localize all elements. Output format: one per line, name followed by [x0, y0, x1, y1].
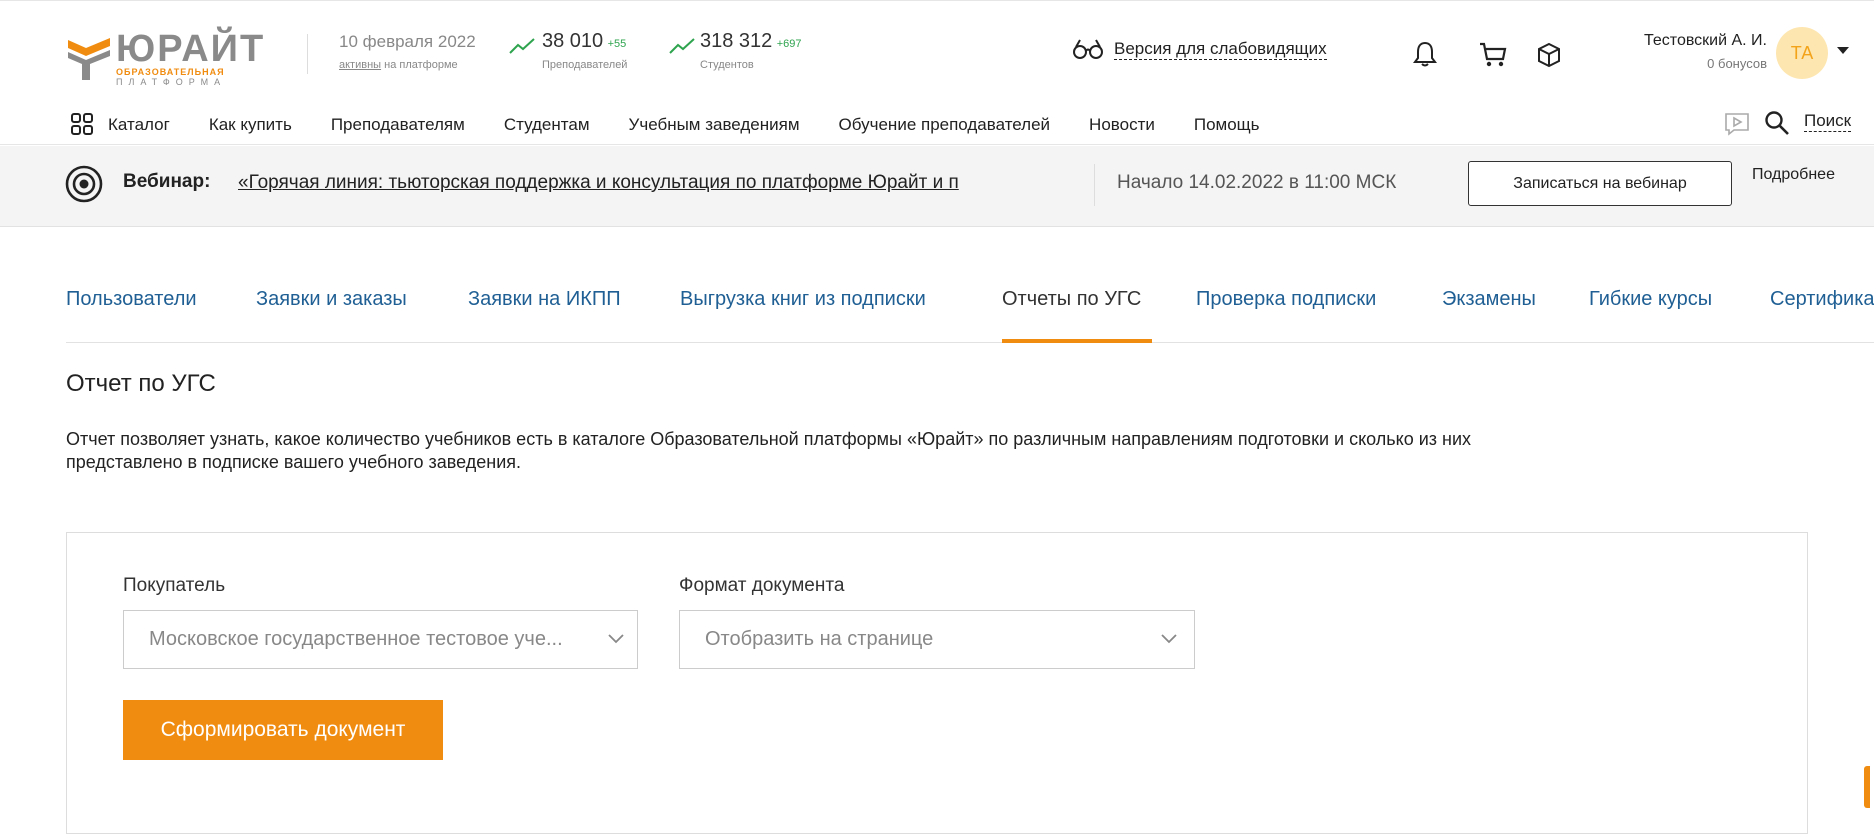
nav-divider: [0, 144, 1874, 145]
low-vision-label: Версия для слабовидящих: [1114, 38, 1327, 60]
broadcast-icon: [65, 165, 103, 203]
generate-document-label: Сформировать документ: [160, 718, 406, 741]
user-menu-caret-icon[interactable]: [1836, 46, 1850, 56]
user-name[interactable]: Тестовский А. И.: [1585, 32, 1767, 50]
generate-document-button[interactable]: Сформировать документ: [123, 700, 443, 760]
trend-up-icon: [669, 38, 695, 54]
webinar-start: Начало 14.02.2022 в 11:00 МСК: [1117, 172, 1397, 193]
cart-icon[interactable]: [1478, 41, 1508, 69]
logo-mark-icon: [66, 34, 112, 84]
low-vision-toggle[interactable]: Версия для слабовидящих: [1072, 38, 1327, 60]
nav-item-teachers[interactable]: Преподавателям: [331, 115, 465, 135]
page-title: Отчет по УГС: [66, 370, 216, 397]
nav-item-institutions[interactable]: Учебным заведениям: [629, 115, 800, 135]
page-description-line2: представлено в подписке вашего учебного …: [66, 452, 521, 472]
webinar-divider: [1094, 164, 1095, 206]
tab-requests-orders[interactable]: Заявки и заказы: [256, 288, 407, 311]
chevron-down-icon: [1161, 634, 1177, 644]
avatar-initials: ТА: [1790, 42, 1814, 63]
tab-exams[interactable]: Экзамены: [1442, 288, 1536, 311]
logo-line2: ПЛАТФОРМА: [116, 77, 227, 87]
tab-certificates[interactable]: Сертифика: [1770, 288, 1874, 311]
tab-subscription-check[interactable]: Проверка подписки: [1196, 288, 1376, 311]
tab-ikpp-requests[interactable]: Заявки на ИКПП: [468, 288, 621, 311]
bell-icon[interactable]: [1413, 40, 1437, 68]
glasses-icon: [1073, 39, 1103, 59]
top-border: [0, 0, 1874, 11]
students-count: 318 312: [700, 30, 773, 52]
page-description-line1: Отчет позволяет узнать, какое количество…: [66, 429, 1472, 449]
nav-item-students[interactable]: Студентам: [504, 115, 590, 135]
active-users-suffix: на платформе: [384, 59, 458, 71]
nav-item-news[interactable]: Новости: [1089, 115, 1155, 135]
nav-item-how-to-buy[interactable]: Как купить: [209, 115, 292, 135]
buyer-select[interactable]: Московское государственное тестовое уче.…: [123, 610, 638, 669]
catalog-grid-icon[interactable]: [70, 112, 94, 141]
nav-item-catalog[interactable]: Каталог: [108, 115, 170, 135]
students-delta: +697: [776, 38, 802, 50]
header-date: 10 февраля 2022: [339, 32, 476, 51]
search-link[interactable]: Поиск: [1804, 111, 1852, 132]
video-chat-icon[interactable]: [1724, 112, 1750, 136]
report-form-panel: [66, 532, 1808, 834]
side-widget-tab[interactable]: [1864, 766, 1870, 808]
nav-item-help[interactable]: Помощь: [1194, 115, 1260, 135]
tab-flexible-courses[interactable]: Гибкие курсы: [1589, 288, 1712, 311]
tab-book-export[interactable]: Выгрузка книг из подписки: [680, 288, 926, 311]
chevron-down-icon: [608, 634, 624, 644]
format-select[interactable]: Отобразить на странице: [679, 610, 1195, 669]
box-icon[interactable]: [1536, 42, 1562, 68]
logo[interactable]: ЮРАЙТ ОБРАЗОВАТЕЛЬНАЯ ПЛАТФОРМА: [66, 30, 271, 88]
tab-ugs-reports[interactable]: Отчеты по УГС: [1002, 288, 1141, 311]
user-bonus: 0 бонусов: [1707, 56, 1767, 71]
avatar[interactable]: ТА: [1776, 27, 1828, 79]
header-divider: [307, 34, 308, 74]
logo-line1: ОБРАЗОВАТЕЛЬНАЯ: [116, 67, 225, 77]
main-nav: Каталог Как купить Преподавателям Студен…: [108, 110, 1299, 140]
students-label: Студентов: [700, 59, 754, 71]
search-icon[interactable]: [1764, 110, 1790, 136]
webinar-label: Вебинар:: [123, 171, 211, 192]
trend-up-icon: [509, 38, 535, 54]
active-tab-indicator: [1002, 339, 1152, 343]
webinar-register-button[interactable]: Записаться на вебинар: [1468, 161, 1732, 206]
tab-users[interactable]: Пользователи: [66, 288, 197, 311]
teachers-delta: +55: [607, 38, 627, 50]
format-select-value: Отобразить на странице: [705, 628, 934, 650]
buyer-select-value: Московское государственное тестовое уче.…: [149, 628, 563, 650]
format-label: Формат документа: [679, 575, 845, 596]
active-users-link[interactable]: активны: [339, 59, 381, 71]
buyer-label: Покупатель: [123, 575, 226, 596]
teachers-label: Преподавателей: [542, 59, 628, 71]
webinar-register-label: Записаться на вебинар: [1513, 174, 1687, 192]
active-users-caption: активны на платформе: [339, 59, 458, 71]
nav-item-teacher-training[interactable]: Обучение преподавателей: [839, 115, 1051, 135]
webinar-more-link[interactable]: Подробнее: [1752, 166, 1835, 184]
teachers-count: 38 010: [542, 30, 604, 52]
tabs-divider: [66, 342, 1874, 343]
logo-name: ЮРАЙТ: [116, 28, 266, 70]
webinar-title-link[interactable]: «Горячая линия: тьюторская поддержка и к…: [238, 172, 1076, 194]
